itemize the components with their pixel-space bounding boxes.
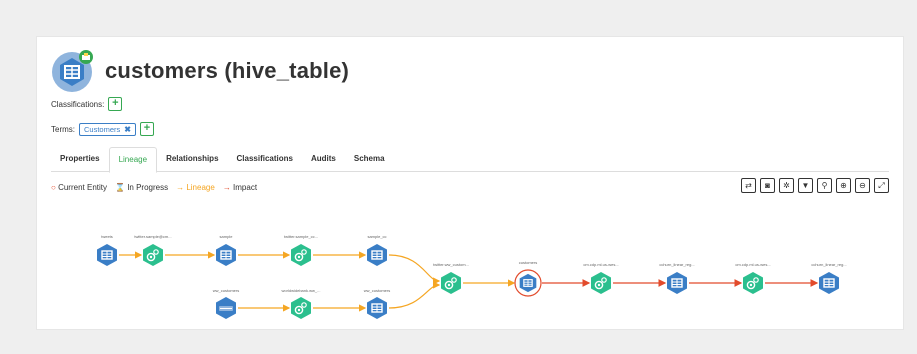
svg-text:cm.cdp.ml.us-wes...: cm.cdp.ml.us-wes... [735,262,770,267]
node-twitter-sample-cm[interactable]: twitter.sample@cm... [134,234,172,267]
svg-text:twitter.sample@cm...: twitter.sample@cm... [134,234,171,239]
node-twitter-sample-cc[interactable]: twitter.sample_cc... [284,234,318,267]
node-tweets[interactable]: tweets [96,234,118,267]
hive-table-icon [366,296,388,320]
process-icon [440,271,462,295]
process-icon [742,271,764,295]
svg-text:cm.cdp.ml.us-wes...: cm.cdp.ml.us-wes... [583,262,618,267]
node-cm-cdp-2[interactable]: cm.cdp.ml.us-wes... [735,262,771,295]
node-cm-cdp-1[interactable]: cm.cdp.ml.us-wes... [583,262,619,295]
hive-table-icon [366,243,388,267]
hive-table-icon [96,243,118,267]
node-customers-current[interactable]: customers [514,260,542,297]
process-icon [142,243,164,267]
svg-text:cchurn_linear_reg...: cchurn_linear_reg... [811,262,846,267]
svg-text:ww_customers: ww_customers [213,288,239,293]
node-ww-customers-source[interactable]: ww_customers [213,288,239,319]
node-cchurn-1[interactable]: cchurn_linear_reg... [659,262,695,295]
lineage-graph[interactable]: tweets twitter.sample@cm... sample twitt… [37,37,903,329]
process-icon [290,296,312,320]
svg-text:sample_cc: sample_cc [367,234,386,239]
process-icon [290,243,312,267]
svg-text:tweets: tweets [101,234,113,239]
svg-text:twitter.sample_cc...: twitter.sample_cc... [284,234,318,239]
svg-text:customers: customers [519,260,537,265]
entity-detail-panel: customers (hive_table) Classifications: … [36,36,904,330]
node-sample[interactable]: sample [215,234,237,267]
node-ww-customers[interactable]: ww_customers [364,288,390,320]
process-icon [590,271,612,295]
node-twitter-ww-custom[interactable]: twitter.ww_custom... [433,262,469,295]
svg-text:sample: sample [220,234,234,239]
svg-text:twitter.ww_custom...: twitter.ww_custom... [433,262,469,267]
node-sample-cc[interactable]: sample_cc [366,234,388,267]
hive-table-icon [666,271,688,295]
hive-table-icon [818,271,840,295]
database-icon [216,297,236,319]
hive-table-icon [215,243,237,267]
svg-text:ww_customers: ww_customers [364,288,390,293]
node-cchurn-2[interactable]: cchurn_linear_reg... [811,262,847,295]
svg-text:cchurn_linear_reg...: cchurn_linear_reg... [659,262,694,267]
node-worldwidebank[interactable]: worldwidebank.ww_... [282,288,321,320]
svg-text:worldwidebank.ww_...: worldwidebank.ww_... [282,288,321,293]
